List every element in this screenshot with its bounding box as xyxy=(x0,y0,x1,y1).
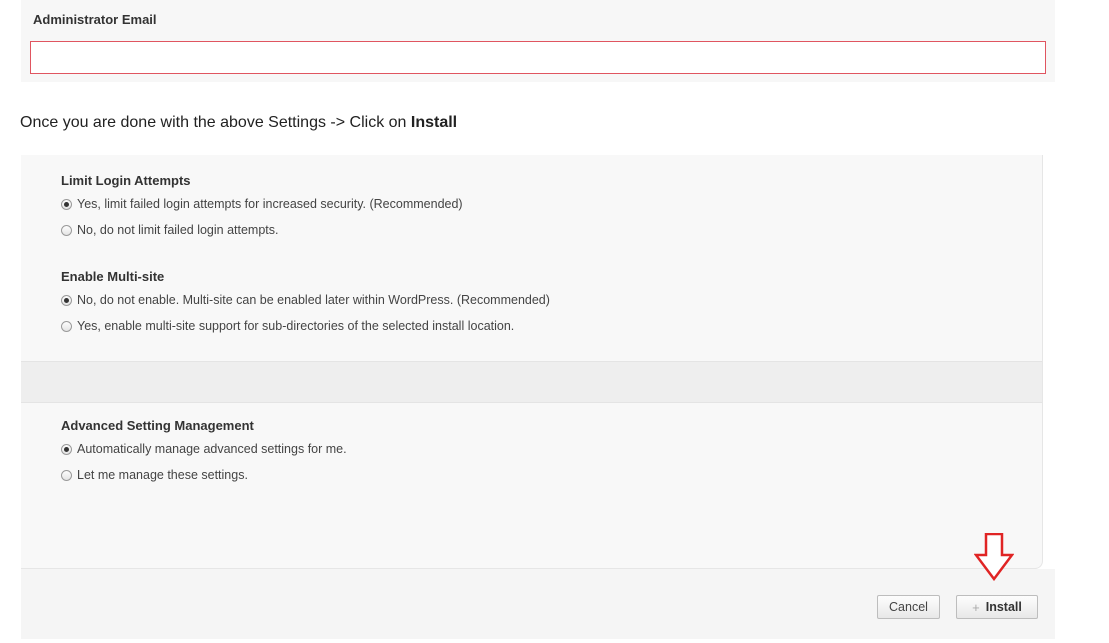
plus-icon: + xyxy=(972,599,980,615)
instruction-install-word: Install xyxy=(410,114,458,131)
limit-login-option-no[interactable]: No, do not limit failed login attempts. xyxy=(61,217,463,243)
down-arrow-icon xyxy=(974,533,1014,581)
advanced-settings-title: Advanced Setting Management xyxy=(61,418,254,433)
multisite-title: Enable Multi-site xyxy=(61,269,165,284)
admin-email-input[interactable] xyxy=(30,41,1046,74)
instruction-text: Once you are done with the above Setting… xyxy=(20,114,457,132)
advanced-settings-group: Advanced Setting Management Automaticall… xyxy=(61,416,347,488)
option-label: No, do not enable. Multi-site can be ena… xyxy=(77,293,550,307)
option-label: Yes, enable multi-site support for sub-d… xyxy=(77,319,515,333)
radio-button-selected[interactable] xyxy=(61,294,72,306)
multisite-option-no[interactable]: No, do not enable. Multi-site can be ena… xyxy=(61,287,550,313)
radio-button[interactable] xyxy=(61,224,72,236)
radio-button[interactable] xyxy=(61,469,72,481)
install-button[interactable]: + Install xyxy=(956,595,1038,619)
option-label: Automatically manage advanced settings f… xyxy=(77,442,347,456)
install-button-label: Install xyxy=(985,600,1022,614)
multisite-group: Enable Multi-site No, do not enable. Mul… xyxy=(61,267,550,339)
radio-button[interactable] xyxy=(61,320,72,332)
install-settings-page: Administrator Email Once you are done wi… xyxy=(0,0,1109,643)
cancel-button[interactable]: Cancel xyxy=(877,595,940,619)
settings-panel: Limit Login Attempts Yes, limit failed l… xyxy=(21,155,1043,569)
advanced-option-manual[interactable]: Let me manage these settings. xyxy=(61,462,347,488)
admin-email-section: Administrator Email xyxy=(21,0,1055,82)
option-label: Let me manage these settings. xyxy=(77,468,248,482)
limit-login-option-yes[interactable]: Yes, limit failed login attempts for inc… xyxy=(61,191,463,217)
admin-email-label: Administrator Email xyxy=(33,12,157,27)
action-footer: Cancel + Install xyxy=(21,569,1055,639)
option-label: No, do not limit failed login attempts. xyxy=(77,223,279,237)
limit-login-title: Limit Login Attempts xyxy=(61,173,191,188)
limit-login-group: Limit Login Attempts Yes, limit failed l… xyxy=(61,171,463,243)
multisite-option-yes[interactable]: Yes, enable multi-site support for sub-d… xyxy=(61,313,550,339)
section-divider-band xyxy=(21,361,1042,403)
radio-button-selected[interactable] xyxy=(61,443,72,455)
advanced-option-auto[interactable]: Automatically manage advanced settings f… xyxy=(61,436,347,462)
instruction-prefix: Once you are done with the above Setting… xyxy=(20,114,411,131)
radio-button-selected[interactable] xyxy=(61,198,72,210)
option-label: Yes, limit failed login attempts for inc… xyxy=(77,197,463,211)
